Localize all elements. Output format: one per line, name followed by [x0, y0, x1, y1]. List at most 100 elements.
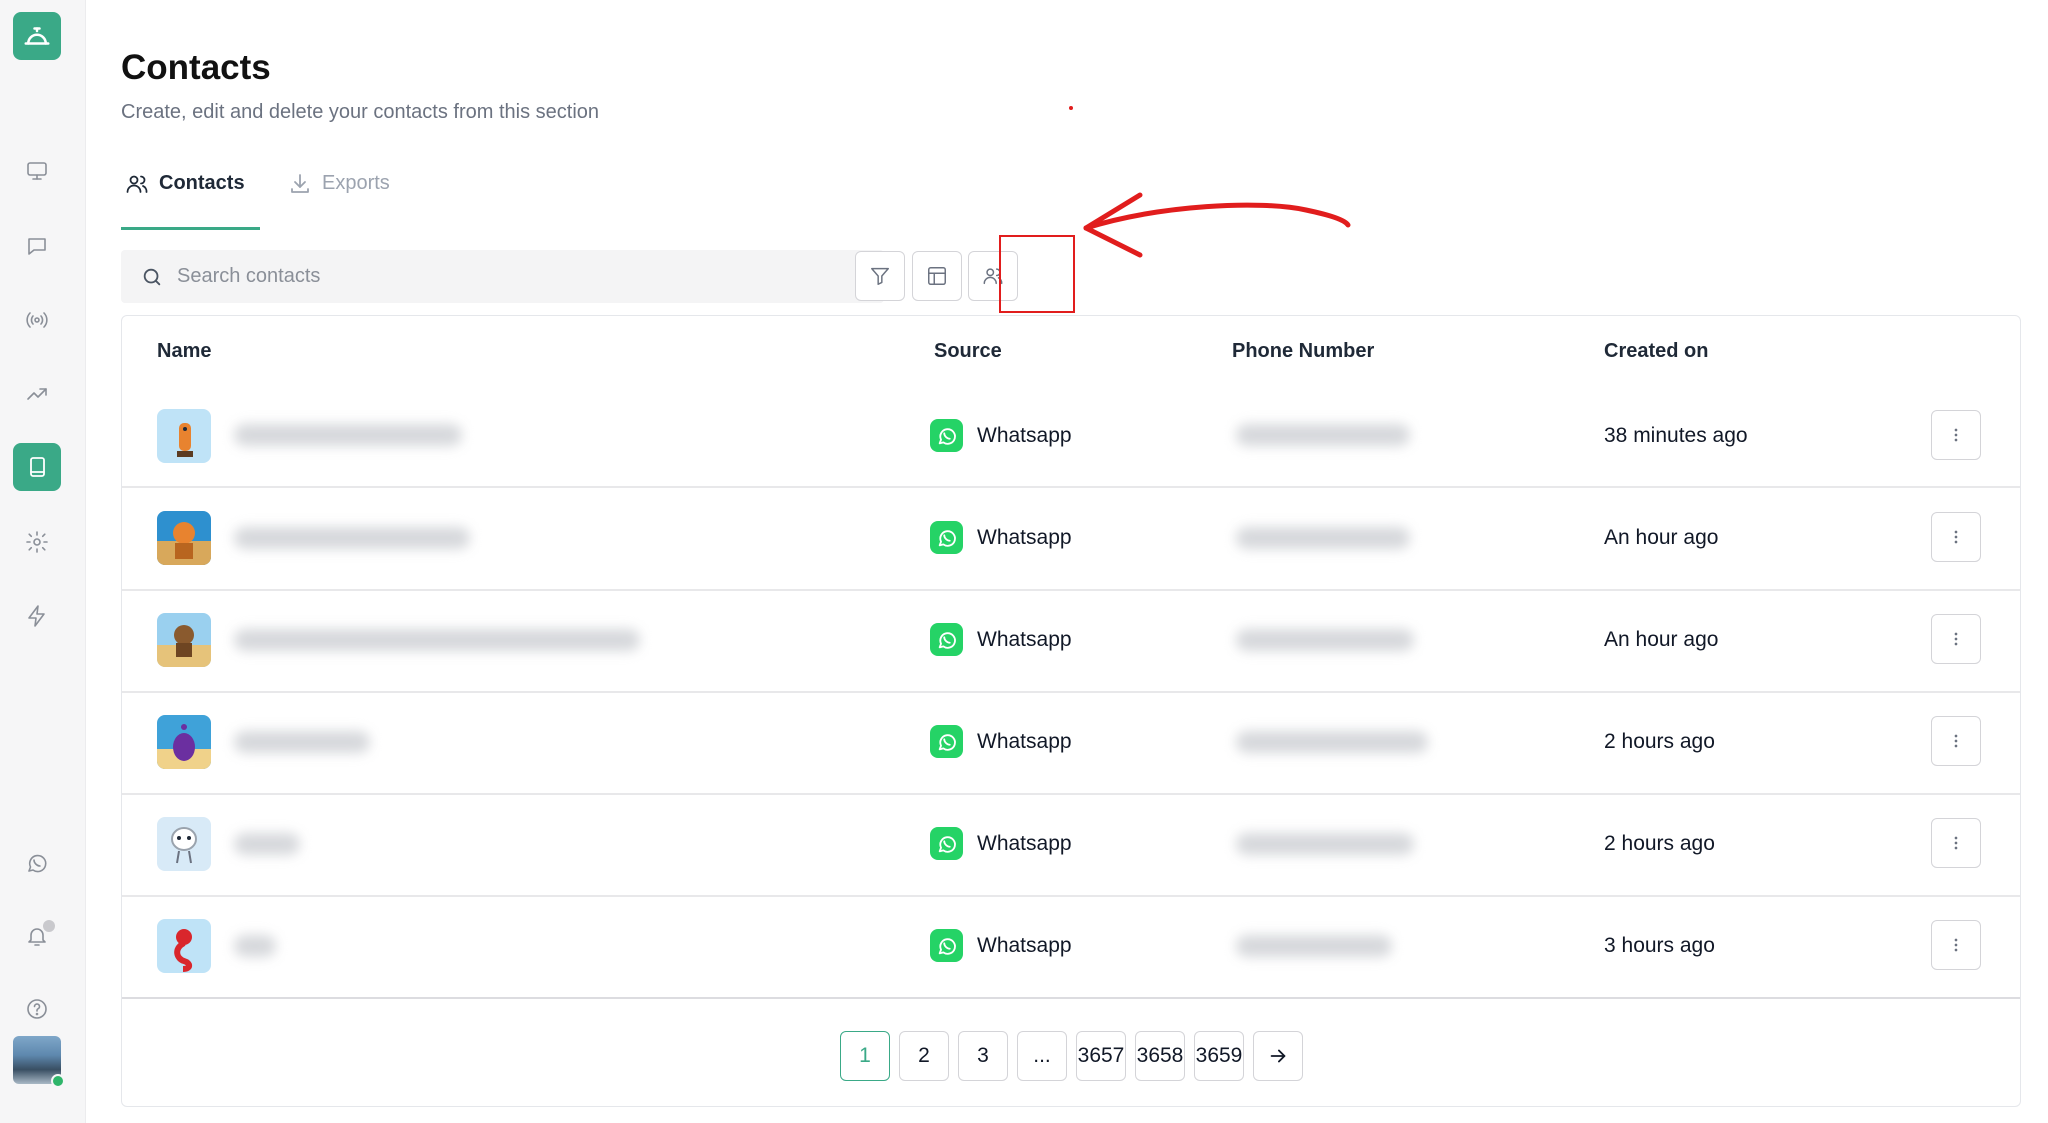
sidebar-item-notifications[interactable]: [13, 912, 61, 960]
contact-source: Whatsapp: [930, 827, 1072, 860]
columns-button[interactable]: [912, 251, 962, 301]
phone-number-redacted: [1236, 424, 1410, 446]
chat-bubble-icon: [28, 238, 46, 255]
phone-number-redacted: [1236, 527, 1410, 549]
contacts-page: Contacts Create, edit and delete your co…: [0, 0, 2048, 1123]
source-label: Whatsapp: [977, 423, 1072, 447]
sidebar-item-contacts[interactable]: [13, 443, 61, 491]
column-header-source[interactable]: Source: [934, 340, 1002, 363]
page-button-2[interactable]: 2: [899, 1031, 949, 1081]
filter-icon: [871, 267, 889, 285]
monitor-icon: [27, 162, 47, 180]
whatsapp-icon: [930, 521, 963, 554]
phone-number-redacted: [1236, 731, 1428, 753]
page-button-3659[interactable]: 3659: [1194, 1031, 1244, 1081]
row-actions-button[interactable]: [1931, 716, 1981, 766]
tab-exports-label: Exports: [322, 172, 390, 194]
contact-avatar: [157, 409, 211, 463]
arrow-right-icon: [1270, 1049, 1286, 1063]
user-avatar[interactable]: [13, 1036, 65, 1088]
lightning-icon: [28, 605, 45, 627]
users-icon: [126, 175, 148, 193]
concierge-bell-icon: [24, 27, 50, 45]
help-circle-icon: [27, 999, 47, 1019]
sidebar-item-analytics[interactable]: [13, 370, 61, 418]
row-divider: [122, 691, 2020, 693]
gear-icon: [26, 531, 48, 553]
kebab-menu-icon: [1954, 938, 1958, 952]
whatsapp-icon: [930, 623, 963, 656]
whatsapp-icon: [930, 827, 963, 860]
sidebar-item-whatsapp[interactable]: [13, 839, 61, 887]
column-header-created[interactable]: Created on: [1604, 340, 1708, 363]
contact-source: Whatsapp: [930, 929, 1072, 962]
created-on: 3 hours ago: [1604, 934, 1715, 957]
row-actions-button[interactable]: [1931, 614, 1981, 664]
table-footer-divider: [122, 997, 2020, 999]
page-button-3658[interactable]: 3658: [1135, 1031, 1185, 1081]
kebab-menu-icon: [1954, 632, 1958, 646]
source-label: Whatsapp: [977, 933, 1072, 957]
phone-number-redacted: [1236, 833, 1414, 855]
kebab-menu-icon: [1954, 428, 1958, 442]
page-title: Contacts: [121, 48, 271, 87]
row-actions-button[interactable]: [1931, 512, 1981, 562]
online-status-dot: [51, 1074, 65, 1088]
created-on: 38 minutes ago: [1604, 424, 1748, 447]
contact-source: Whatsapp: [930, 725, 1072, 758]
kebab-menu-icon: [1954, 734, 1958, 748]
created-on: 2 hours ago: [1604, 832, 1715, 855]
sidebar-item-help[interactable]: [13, 985, 61, 1033]
row-actions-button[interactable]: [1931, 920, 1981, 970]
sidebar-item-monitor[interactable]: [13, 147, 61, 195]
page-button-3[interactable]: 3: [958, 1031, 1008, 1081]
tab-contacts-label: Contacts: [159, 172, 245, 194]
sidebar-item-broadcast[interactable]: [13, 296, 61, 344]
annotation-highlight-box: [999, 235, 1075, 313]
source-label: Whatsapp: [977, 729, 1072, 753]
table-layout-icon: [928, 267, 946, 285]
row-divider: [122, 895, 2020, 897]
download-icon: [291, 174, 309, 193]
contact-name-redacted: [234, 629, 640, 651]
page-button-1[interactable]: 1: [840, 1031, 890, 1081]
row-actions-button[interactable]: [1931, 410, 1981, 460]
phone-number-redacted: [1236, 935, 1392, 957]
filter-button[interactable]: [855, 251, 905, 301]
page-button-3657[interactable]: 3657: [1076, 1031, 1126, 1081]
column-header-phone[interactable]: Phone Number: [1232, 340, 1374, 363]
search-input[interactable]: [177, 265, 777, 288]
sidebar-item-chat[interactable]: [13, 222, 61, 270]
row-divider: [122, 589, 2020, 591]
column-header-name[interactable]: Name: [157, 340, 211, 363]
row-actions-button[interactable]: [1931, 818, 1981, 868]
row-divider: [122, 486, 2020, 488]
whatsapp-icon: [930, 929, 963, 962]
sidebar-item-settings[interactable]: [13, 518, 61, 566]
contact-avatar: [157, 817, 211, 871]
source-label: Whatsapp: [977, 831, 1072, 855]
contact-source: Whatsapp: [930, 623, 1072, 656]
page-ellipsis: ...: [1017, 1031, 1067, 1081]
tab-contacts[interactable]: Contacts: [121, 172, 260, 230]
sidebar-item-automation[interactable]: [13, 592, 61, 640]
trending-up-icon: [27, 388, 47, 400]
contact-avatar: [157, 511, 211, 565]
book-icon: [30, 457, 45, 477]
search-bar[interactable]: [121, 250, 884, 303]
kebab-menu-icon: [1954, 836, 1958, 850]
source-label: Whatsapp: [977, 627, 1072, 651]
kebab-menu-icon: [1954, 530, 1958, 544]
created-on: 2 hours ago: [1604, 730, 1715, 753]
app-logo[interactable]: [13, 12, 61, 60]
row-divider: [122, 793, 2020, 795]
contact-name-redacted: [234, 424, 462, 446]
tab-exports[interactable]: Exports: [288, 172, 390, 230]
phone-number-redacted: [1236, 629, 1414, 651]
annotation-dot: [1069, 106, 1073, 110]
next-page-button[interactable]: [1253, 1031, 1303, 1081]
source-label: Whatsapp: [977, 525, 1072, 549]
page-subtitle: Create, edit and delete your contacts fr…: [121, 101, 600, 123]
broadcast-icon: [26, 312, 48, 328]
contact-source: Whatsapp: [930, 521, 1072, 554]
